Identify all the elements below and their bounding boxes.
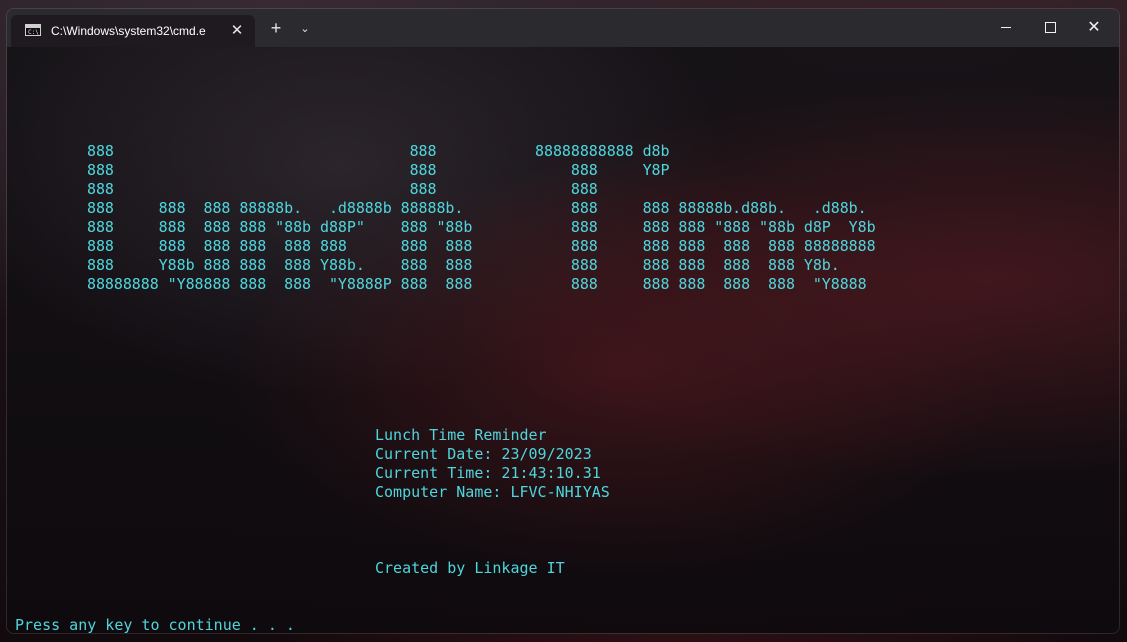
maximize-icon: [1044, 22, 1056, 34]
credit-line: Created by Linkage IT: [375, 559, 565, 577]
new-tab-button[interactable]: +: [265, 18, 287, 40]
console-output[interactable]: 888 888 88888888888 d8b 888 888 888 Y8P …: [7, 47, 1119, 633]
minimize-button[interactable]: [985, 13, 1027, 43]
reminder-title: Lunch Time Reminder: [375, 426, 547, 444]
close-tab-icon[interactable]: ✕: [227, 21, 247, 41]
banner-line: 888 888 888 888 888 888 888 888 888 888 …: [87, 237, 876, 255]
title-bar[interactable]: C:\ C:\Windows\system32\cmd.e ✕ + ⌄ ✕: [7, 9, 1119, 47]
banner-line: 888 888 88888888888 d8b: [87, 142, 670, 160]
cmd-icon: C:\: [25, 24, 41, 36]
scrollbar[interactable]: [1114, 87, 1117, 629]
chevron-down-icon[interactable]: ⌄: [295, 19, 315, 39]
computer-name: Computer Name: LFVC-NHIYAS: [375, 483, 610, 501]
banner-line: 888 888 888 888 "88b d88P" 888 "88b 888 …: [87, 218, 876, 236]
current-time: Current Time: 21:43:10.31: [375, 464, 601, 482]
banner-line: 888 Y88b 888 888 888 Y88b. 888 888 888 8…: [87, 256, 840, 274]
terminal-window: C:\ C:\Windows\system32\cmd.e ✕ + ⌄ ✕ 88…: [6, 8, 1120, 634]
ascii-banner: 888 888 88888888888 d8b 888 888 888 Y8P …: [87, 142, 876, 294]
tab-title: C:\Windows\system32\cmd.e: [51, 24, 206, 38]
tab-cmd[interactable]: C:\ C:\Windows\system32\cmd.e ✕: [11, 15, 255, 47]
minimize-icon: [1001, 27, 1011, 29]
banner-line: 88888888 "Y88888 888 888 "Y8888P 888 888…: [87, 275, 867, 293]
maximize-button[interactable]: [1029, 13, 1071, 43]
continue-prompt: Press any key to continue . . .: [15, 616, 295, 634]
current-date: Current Date: 23/09/2023: [375, 445, 592, 463]
close-window-button[interactable]: ✕: [1073, 13, 1115, 43]
banner-line: 888 888 888 Y8P: [87, 161, 670, 179]
reminder-info: Lunch Time Reminder Current Date: 23/09/…: [375, 426, 610, 502]
banner-line: 888 888 888 88888b. .d8888b 88888b. 888 …: [87, 199, 867, 217]
banner-line: 888 888 888: [87, 180, 598, 198]
